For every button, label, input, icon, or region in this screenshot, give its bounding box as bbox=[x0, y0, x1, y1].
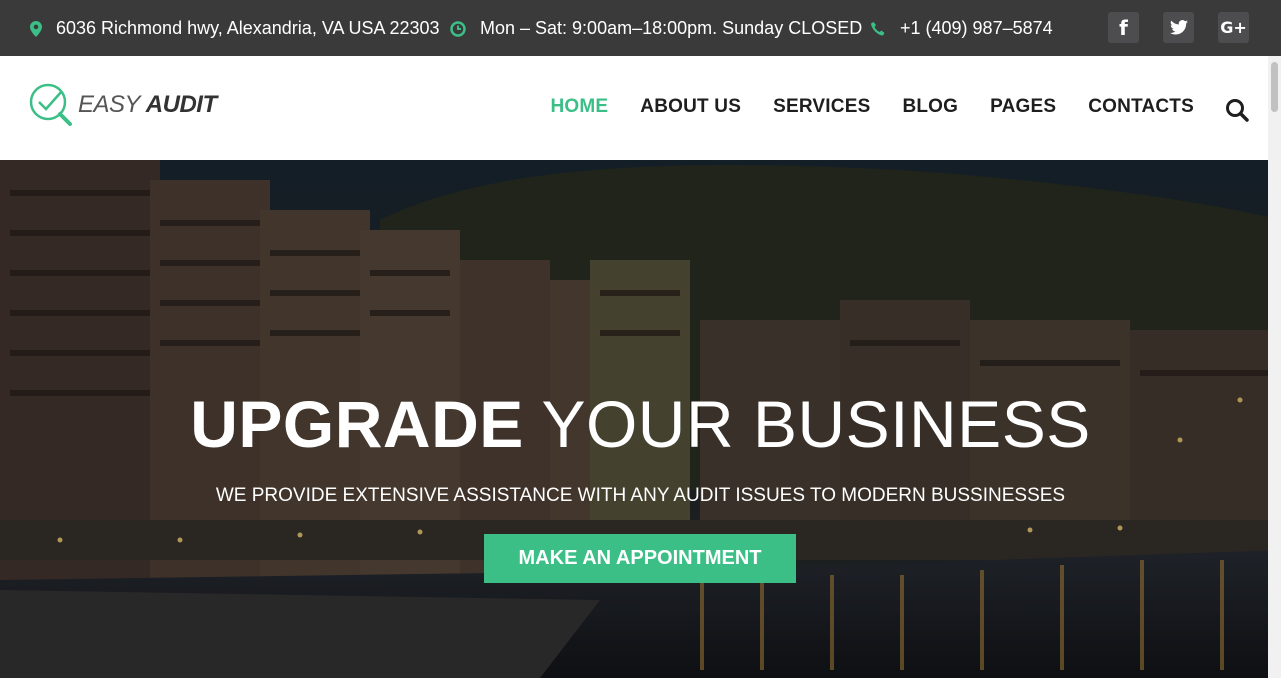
site-logo[interactable]: EASY AUDIT bbox=[28, 82, 217, 128]
hero-section: UPGRADE YOUR BUSINESS WE PROVIDE EXTENSI… bbox=[0, 160, 1281, 678]
logo-text-easy: EASY bbox=[78, 91, 140, 118]
logo-text-audit: AUDIT bbox=[145, 91, 217, 118]
make-appointment-button[interactable]: MAKE AN APPOINTMENT bbox=[484, 534, 796, 583]
nav-pages[interactable]: PAGES bbox=[990, 96, 1056, 118]
nav-services[interactable]: SERVICES bbox=[773, 96, 870, 118]
search-button[interactable] bbox=[1225, 98, 1249, 127]
facebook-icon: f bbox=[1119, 15, 1128, 40]
hours-info: Mon – Sat: 9:00am–18:00pm. Sunday CLOSED bbox=[450, 18, 862, 39]
clock-icon bbox=[450, 20, 466, 37]
phone-text: +1 (409) 987–5874 bbox=[900, 18, 1053, 38]
top-info-bar: 6036 Richmond hwy, Alexandria, VA USA 22… bbox=[0, 0, 1281, 56]
scrollbar-thumb[interactable] bbox=[1271, 62, 1278, 112]
google-plus-link[interactable]: G+ bbox=[1218, 12, 1249, 43]
hours-text: Mon – Sat: 9:00am–18:00pm. Sunday CLOSED bbox=[480, 18, 863, 38]
magnifier-check-logo-icon bbox=[29, 83, 72, 126]
nav-blog[interactable]: BLOG bbox=[902, 96, 958, 118]
address-info: 6036 Richmond hwy, Alexandria, VA USA 22… bbox=[30, 18, 440, 39]
google-plus-icon: G+ bbox=[1220, 18, 1247, 37]
nav-home[interactable]: HOME bbox=[550, 96, 608, 118]
hero-subtitle: WE PROVIDE EXTENSIVE ASSISTANCE WITH ANY… bbox=[215, 485, 1066, 506]
search-icon bbox=[1226, 99, 1249, 122]
address-text: 6036 Richmond hwy, Alexandria, VA USA 22… bbox=[56, 18, 440, 38]
hero-title-rest: YOUR BUSINESS bbox=[541, 387, 1091, 461]
map-pin-icon bbox=[30, 20, 42, 37]
nav-contacts[interactable]: CONTACTS bbox=[1088, 96, 1194, 118]
twitter-link[interactable] bbox=[1163, 12, 1194, 43]
page-scrollbar[interactable] bbox=[1268, 56, 1281, 678]
logo-text: EASY AUDIT bbox=[78, 91, 217, 119]
hero-title-strong: UPGRADE bbox=[190, 387, 524, 461]
site-header: EASY AUDIT HOME ABOUT US SERVICES BLOG P… bbox=[0, 56, 1268, 160]
nav-about-us[interactable]: ABOUT US bbox=[640, 96, 741, 118]
phone-icon bbox=[871, 21, 885, 35]
facebook-link[interactable]: f bbox=[1108, 12, 1139, 43]
hero-title: UPGRADE YOUR BUSINESS bbox=[0, 386, 1281, 462]
main-nav: HOME ABOUT US SERVICES BLOG PAGES CONTAC… bbox=[518, 96, 1194, 118]
phone-info: +1 (409) 987–5874 bbox=[870, 18, 1053, 39]
twitter-icon bbox=[1169, 20, 1188, 35]
